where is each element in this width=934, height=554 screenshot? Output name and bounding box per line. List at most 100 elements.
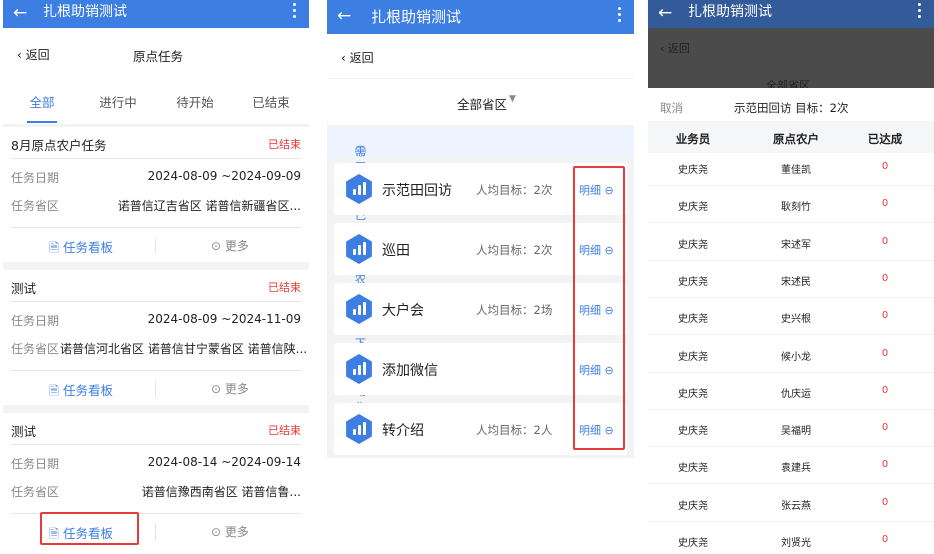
back-label: 返回 — [349, 51, 374, 65]
date-value: 2024-08-14 ~2024-09-14 — [147, 455, 301, 469]
table-row: 史庆尧 候小龙 0 — [648, 336, 934, 373]
more-button[interactable]: ⊙ 更多 — [211, 380, 249, 397]
divider — [11, 370, 301, 371]
caret-down-icon: ▼ — [509, 94, 516, 104]
task-board-label: 任务看板 — [63, 240, 114, 255]
salesperson-cell: 史庆尧 — [678, 426, 708, 438]
highlight-box — [573, 166, 625, 450]
task-board-button[interactable]: 🗎 任务看板 — [49, 237, 113, 260]
task-card[interactable]: 测试 已结束 任务日期 2024-08-09 ~2024-11-09 任务省区 … — [3, 270, 309, 405]
table-row: 史庆尧 张云燕 0 — [648, 485, 934, 522]
sub-header: ‹ 返回 原点任务 — [3, 28, 309, 78]
card-title: 测试 — [11, 281, 37, 296]
blank-area — [327, 458, 634, 554]
action-name: 转介绍 — [382, 423, 424, 439]
achieved-cell: 0 — [881, 310, 889, 322]
card-title: 测试 — [11, 424, 37, 439]
app-title: 扎根助销测试 — [43, 4, 127, 20]
app-title: 扎根助销测试 — [688, 4, 772, 20]
more-vertical-icon[interactable] — [616, 4, 622, 28]
achieved-cell: 0 — [881, 422, 889, 434]
province-value: 诺普信河北省区 诺普信甘宁蒙省区 诺普信陕... — [60, 342, 308, 356]
farmer-cell: 袁建兵 — [781, 463, 811, 475]
back-button[interactable]: ‹ 返回 — [17, 46, 50, 63]
back-label: 返回 — [667, 42, 690, 55]
chart-bar-icon — [346, 294, 372, 324]
farmer-cell: 董佳凯 — [781, 165, 811, 176]
task-board-label: 任务看板 — [63, 383, 114, 398]
back-button: ‹ 返回 — [660, 42, 690, 55]
achieved-cell: 0 — [881, 347, 889, 359]
more-horizontal-icon: ⊙ — [211, 239, 222, 253]
province-label: 任务省区 — [11, 342, 60, 356]
salesperson-cell: 史庆尧 — [678, 388, 708, 400]
farmer-cell: 吴福明 — [781, 426, 811, 438]
action-name: 大户会 — [382, 303, 424, 319]
table-row: 史庆尧 宋述军 0 — [648, 224, 934, 261]
action-target: 人均目标：2场 — [476, 303, 553, 317]
arrow-left-icon[interactable]: ← — [13, 4, 27, 22]
province-label: 任务省区 — [11, 485, 60, 499]
farmer-cell: 宋述军 — [781, 239, 811, 251]
tab-bar: 全部 进行中 待开始 已结束 — [3, 78, 309, 124]
more-horizontal-icon: ⊙ — [211, 525, 222, 539]
chart-bar-icon — [346, 414, 372, 444]
achieved-cell: 0 — [881, 235, 889, 247]
status-badge: 已结束 — [268, 281, 301, 294]
tab-all[interactable]: 全部 — [12, 92, 72, 111]
app-title: 扎根助销测试 — [371, 8, 462, 26]
page-title: 原点任务 — [133, 49, 184, 64]
modal-overlay[interactable]: ‹ 返回 全部省区 — [648, 28, 934, 88]
tab-in-progress[interactable]: 进行中 — [88, 92, 148, 111]
document-icon: 🗎 — [49, 240, 60, 255]
more-button[interactable]: ⊙ 更多 — [211, 237, 249, 254]
chart-bar-icon — [346, 174, 372, 204]
farmer-cell: 仇庆运 — [781, 388, 811, 400]
farmer-cell: 耿刻竹 — [781, 202, 811, 214]
achieved-cell: 0 — [881, 496, 889, 508]
task-card[interactable]: 8月原点农户任务 已结束 任务日期 2024-08-09 ~2024-09-09… — [3, 127, 309, 262]
divider — [11, 227, 301, 228]
region-label: 全部省区 — [766, 79, 810, 88]
action-name: 示范田回访 — [382, 183, 452, 199]
document-icon: 🗎 — [49, 383, 60, 398]
achieved-cell: 0 — [881, 459, 889, 471]
date-label: 任务日期 — [11, 314, 60, 328]
salesperson-cell: 史庆尧 — [678, 165, 708, 176]
date-label: 任务日期 — [11, 171, 60, 185]
tab-pending[interactable]: 待开始 — [165, 92, 225, 111]
achieved-cell: 0 — [881, 534, 889, 545]
more-label: 更多 — [224, 239, 249, 253]
salesperson-cell: 史庆尧 — [678, 463, 708, 475]
chart-bar-icon — [346, 354, 372, 384]
detail-sheet-screen: ← 扎根助销测试 ‹ 返回 全部省区 取消 示范田回访 目标：2次 业务员 原点… — [648, 0, 934, 554]
action-target: 人均目标：2次 — [476, 183, 553, 197]
farmer-cell: 刘贤光 — [781, 538, 811, 549]
divider — [11, 444, 301, 445]
divider — [155, 238, 156, 254]
tab-ended[interactable]: 已结束 — [241, 92, 301, 111]
column-header: 原点农户 — [773, 132, 819, 146]
province-label: 任务省区 — [11, 199, 60, 213]
hint-bar: ⓘ 需围绕自己的原点农户做以下扎根动作 — [327, 127, 634, 414]
table-row: 史庆尧 袁建兵 0 — [648, 447, 934, 485]
sub-header: ‹ 返回 — [327, 34, 634, 78]
achieved-cell: 0 — [881, 161, 889, 172]
more-vertical-icon[interactable] — [291, 0, 297, 24]
action-target: 人均目标：2人 — [476, 423, 553, 437]
table-row: 史庆尧 董佳凯 0 — [648, 149, 934, 186]
table-row: 史庆尧 仇庆运 0 — [648, 373, 934, 410]
action-list-screen: ← 扎根助销测试 ‹ 返回 全部省区 ▼ ⓘ 需围绕自己的原点农户做以下扎根动作… — [327, 0, 634, 554]
task-board-button[interactable]: 🗎 任务看板 — [49, 380, 113, 403]
region-selector[interactable]: 全部省区 ▼ — [327, 79, 634, 125]
table-row: 史庆尧 宋述民 0 — [648, 261, 934, 298]
cancel-button[interactable]: 取消 — [660, 100, 683, 116]
table-row: 史庆尧 史兴根 0 — [648, 298, 934, 336]
more-button[interactable]: ⊙ 更多 — [211, 523, 249, 540]
app-header: ← 扎根助销测试 — [648, 0, 934, 28]
back-button[interactable]: ‹ 返回 — [341, 49, 374, 66]
achieved-cell: 0 — [881, 384, 889, 396]
arrow-left-icon[interactable]: ← — [337, 7, 351, 25]
more-horizontal-icon: ⊙ — [211, 382, 222, 396]
app-header: ← 扎根助销测试 — [327, 0, 634, 34]
